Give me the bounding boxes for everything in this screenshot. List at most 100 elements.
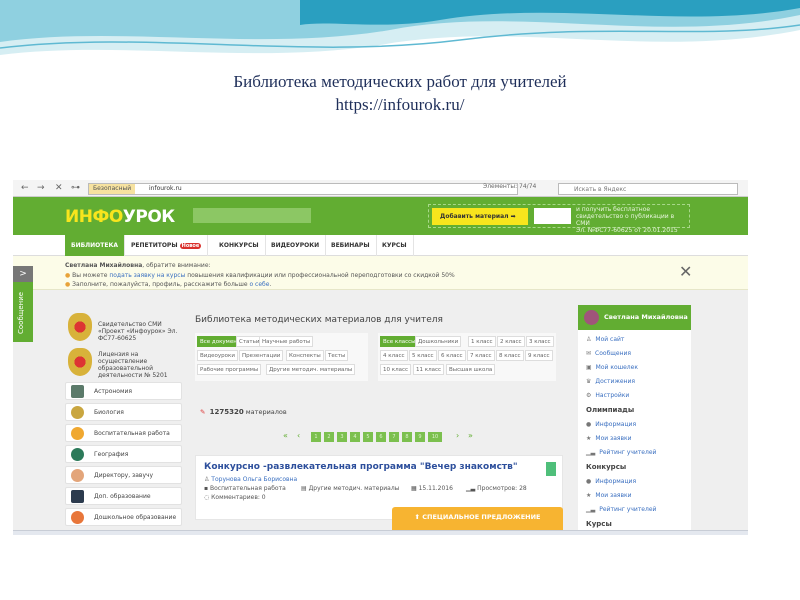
filter-research[interactable]: Научные работы: [259, 336, 314, 347]
page-button-10[interactable]: 10: [428, 432, 442, 442]
filter-other-materials[interactable]: Другие методич. материалы: [266, 364, 356, 375]
promo-text: и получить бесплатное свидетельство о пуб…: [576, 206, 678, 234]
filter-work-programs[interactable]: Рабочие программы: [197, 364, 262, 375]
material-author[interactable]: ♙ Торунова Ольга Борисовна: [204, 476, 297, 483]
category-upbringing[interactable]: Воспитательная работа: [65, 424, 182, 442]
link-wallet[interactable]: ▣ Мой кошелек: [586, 364, 638, 371]
filter-class-4[interactable]: 3 класс: [526, 336, 554, 347]
media-certificate-text: Свидетельство СМИ «Проект «Инфоурок» Эл. Ф…: [98, 321, 178, 342]
filter-class-9[interactable]: 8 класс: [496, 350, 524, 361]
profile-header[interactable]: Светлана Михайловна: [578, 305, 691, 330]
apply-courses-link[interactable]: подать заявку на курсы: [109, 272, 185, 279]
close-icon[interactable]: ✕: [679, 262, 692, 281]
book-icon: [71, 385, 84, 398]
filter-notes[interactable]: Конспекты: [286, 350, 324, 361]
special-offer-button[interactable]: ⬆ СПЕЦИАЛЬНОЕ ПРЕДЛОЖЕНИЕ: [392, 507, 563, 530]
document-type-filter: Все документы Статьи Научные работы Виде…: [195, 333, 368, 381]
filter-class-7[interactable]: 6 класс: [438, 350, 466, 361]
first-page-button[interactable]: «: [283, 431, 288, 440]
link-achievements[interactable]: ♛ Достижения: [586, 378, 635, 385]
filter-class-6[interactable]: 5 класс: [409, 350, 437, 361]
filter-class-12[interactable]: 11 класс: [413, 364, 445, 375]
category-geography[interactable]: География: [65, 445, 182, 463]
page-button-7[interactable]: 7: [389, 432, 399, 442]
prev-page-button[interactable]: ‹: [297, 431, 300, 440]
category-astronomy[interactable]: Астрономия: [65, 382, 182, 400]
olympiads-info-link[interactable]: ● Информация: [586, 421, 636, 428]
filter-videolessons[interactable]: Видеоуроки: [197, 350, 238, 361]
page-button-8[interactable]: 8: [402, 432, 412, 442]
filter-presentations[interactable]: Презентации: [239, 350, 284, 361]
filter-class-11[interactable]: 10 класс: [380, 364, 412, 375]
olympiads-requests-link[interactable]: ★ Мои заявки: [586, 435, 632, 442]
class-filter: Все классы Дошкольники 1 класс 2 класс 3 кла…: [378, 333, 556, 381]
notice-line-1: ● Вы можете подать заявку на курсы повыш…: [65, 272, 455, 279]
category-additional-education[interactable]: Доп. образование: [65, 487, 182, 505]
last-page-button[interactable]: »: [468, 431, 473, 440]
site-header: ИНФОУРОК Добавить материал ➡ и получить …: [13, 197, 748, 235]
stop-button[interactable]: ✕: [55, 183, 63, 193]
link-my-site[interactable]: ♙ Мой сайт: [586, 336, 624, 343]
nav-tutors[interactable]: РЕПЕТИТОРЫ Новое: [125, 235, 209, 256]
contests-requests-link[interactable]: ★ Мои заявки: [586, 492, 632, 499]
notice-banner: Светлана Михайловна, обратите внимание: …: [13, 256, 748, 290]
page-button-2[interactable]: 2: [324, 432, 334, 442]
link-settings[interactable]: ⚙ Настройки: [586, 392, 629, 399]
filter-class-2[interactable]: 1 класс: [468, 336, 496, 347]
material-category: ▪ Воспитательная работа: [204, 485, 286, 492]
address-bar[interactable]: Безопасный infourok.ru: [88, 183, 518, 195]
page-button-4[interactable]: 4: [350, 432, 360, 442]
page-button-9[interactable]: 9: [415, 432, 425, 442]
upbringing-icon: [71, 427, 84, 440]
page-button-3[interactable]: 3: [337, 432, 347, 442]
courses-heading: Курсы: [586, 520, 612, 528]
microscope-icon: [71, 406, 84, 419]
expand-arrow-icon[interactable]: >: [13, 266, 33, 282]
nav-library[interactable]: БИБЛИОТЕКА: [65, 235, 126, 256]
olympiads-heading: Олимпиады: [586, 406, 635, 414]
globe-icon: [71, 448, 84, 461]
site-search-input[interactable]: [193, 208, 311, 223]
filter-class-5[interactable]: 4 класс: [380, 350, 408, 361]
page-button-6[interactable]: 6: [376, 432, 386, 442]
nav-webinars[interactable]: ВЕБИНАРЫ: [325, 235, 377, 256]
security-badge: Безопасный: [89, 184, 136, 194]
nav-courses[interactable]: КУРСЫ: [376, 235, 414, 256]
browser-status-bar: [13, 530, 748, 535]
contests-heading: Конкурсы: [586, 463, 627, 471]
infourok-logo[interactable]: ИНФОУРОК: [65, 207, 175, 227]
back-button[interactable]: ←: [21, 183, 29, 193]
material-date: ▦ 15.11.2016: [411, 485, 453, 492]
category-preschool[interactable]: Дошкольное образование: [65, 508, 182, 526]
promo-banner: Добавить материал ➡ и получить бесплатно…: [428, 204, 690, 234]
link-messages[interactable]: ✉ Сообщения: [586, 350, 631, 357]
filter-class-10[interactable]: 9 класс: [525, 350, 553, 361]
olympiads-rating-link[interactable]: ▁▃ Рейтинг учителей: [586, 449, 656, 456]
next-page-button[interactable]: ›: [456, 431, 459, 440]
filter-class-13[interactable]: Высшая школа: [446, 364, 496, 375]
browser-toolbar: ← → ✕ ⊶ Безопасный infourok.ru Элементы:…: [13, 180, 748, 197]
contests-info-link[interactable]: ● Информация: [586, 478, 636, 485]
category-biology[interactable]: Биология: [65, 403, 182, 421]
yandex-search-input[interactable]: Искать в Яндекс: [558, 183, 738, 195]
category-director[interactable]: Директору, завучу: [65, 466, 182, 484]
page-button-1[interactable]: 1: [311, 432, 321, 442]
notice-greeting: Светлана Михайловна, обратите внимание:: [65, 262, 211, 269]
contests-rating-link[interactable]: ▁▃ Рейтинг учителей: [586, 506, 656, 513]
message-side-tab[interactable]: > Сообщение: [13, 266, 33, 342]
filter-class-1[interactable]: Дошкольники: [415, 336, 462, 347]
material-title[interactable]: Конкурсно -развлекательная программа "Ве…: [204, 462, 518, 472]
main-nav: БИБЛИОТЕКА РЕПЕТИТОРЫ Новое КОНКУРСЫ ВИД…: [13, 235, 748, 256]
forward-button[interactable]: →: [37, 183, 45, 193]
page-button-5[interactable]: 5: [363, 432, 373, 442]
address-url: infourok.ru: [149, 185, 182, 192]
filter-class-8[interactable]: 7 класс: [467, 350, 495, 361]
filter-class-0[interactable]: Все классы: [380, 336, 419, 347]
filter-tests[interactable]: Тесты: [325, 350, 349, 361]
add-material-button[interactable]: Добавить материал ➡: [432, 208, 528, 225]
about-me-link[interactable]: о себе: [249, 281, 269, 288]
find-label: Элементы: 74/74: [483, 183, 537, 190]
nav-contests[interactable]: КОНКУРСЫ: [213, 235, 266, 256]
nav-videolessons[interactable]: ВИДЕОУРОКИ: [265, 235, 327, 256]
filter-class-3[interactable]: 2 класс: [497, 336, 525, 347]
